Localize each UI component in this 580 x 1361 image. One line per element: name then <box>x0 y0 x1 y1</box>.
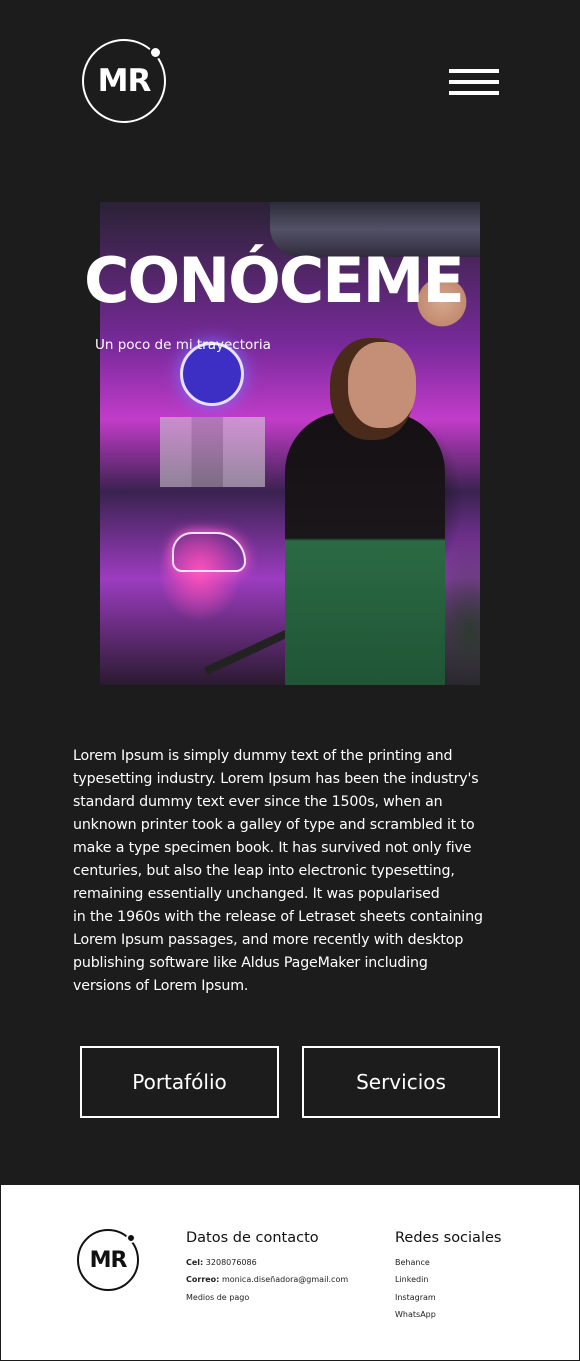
footer-logo[interactable]: MR <box>77 1229 139 1291</box>
page-title: CONÓCEME <box>84 244 465 317</box>
social-link-instagram[interactable]: Instagram <box>395 1289 501 1306</box>
logo-dot <box>149 46 162 59</box>
about-text: Lorem Ipsum is simply dummy text of the … <box>73 748 483 994</box>
email-value[interactable]: monica.diseñadora@gmail.com <box>222 1275 348 1284</box>
contact-section: Datos de contacto Cel: 3208076086 Correo… <box>186 1230 348 1306</box>
page-subtitle: Un poco de mi trayectoria <box>95 337 271 353</box>
photo-neon-car-sign <box>172 532 246 572</box>
photo-wall-posters <box>160 417 265 487</box>
menu-line <box>449 69 499 73</box>
contact-heading: Datos de contacto <box>186 1230 319 1246</box>
phone-value[interactable]: 3208076086 <box>206 1258 257 1267</box>
menu-line <box>449 80 499 84</box>
social-link-behance[interactable]: Behance <box>395 1254 501 1271</box>
hamburger-menu-icon[interactable] <box>449 69 499 95</box>
photo-person <box>285 412 445 685</box>
logo-text: MR <box>97 63 152 99</box>
payment-methods-link[interactable]: Medios de pago <box>186 1289 348 1306</box>
social-heading: Redes sociales <box>395 1230 502 1246</box>
logo[interactable]: MR <box>82 39 166 123</box>
menu-line <box>449 91 499 95</box>
phone-label: Cel: <box>186 1258 204 1267</box>
social-link-linkedin[interactable]: Linkedin <box>395 1271 501 1288</box>
photo-person-head <box>348 342 416 428</box>
footer: MR Datos de contacto Cel: 3208076086 Cor… <box>0 1184 580 1361</box>
social-section: Redes sociales Behance Linkedin Instagra… <box>395 1230 501 1323</box>
footer-logo-dot <box>126 1233 136 1243</box>
email-label: Correo: <box>186 1275 220 1285</box>
email-line: Correo: monica.diseñadora@gmail.com <box>186 1271 348 1288</box>
footer-logo-text: MR <box>89 1247 128 1273</box>
social-link-whatsapp[interactable]: WhatsApp <box>395 1306 501 1323</box>
portfolio-button[interactable]: Portafólio <box>80 1046 279 1118</box>
services-button[interactable]: Servicios <box>302 1046 500 1118</box>
phone-line: Cel: 3208076086 <box>186 1254 348 1271</box>
